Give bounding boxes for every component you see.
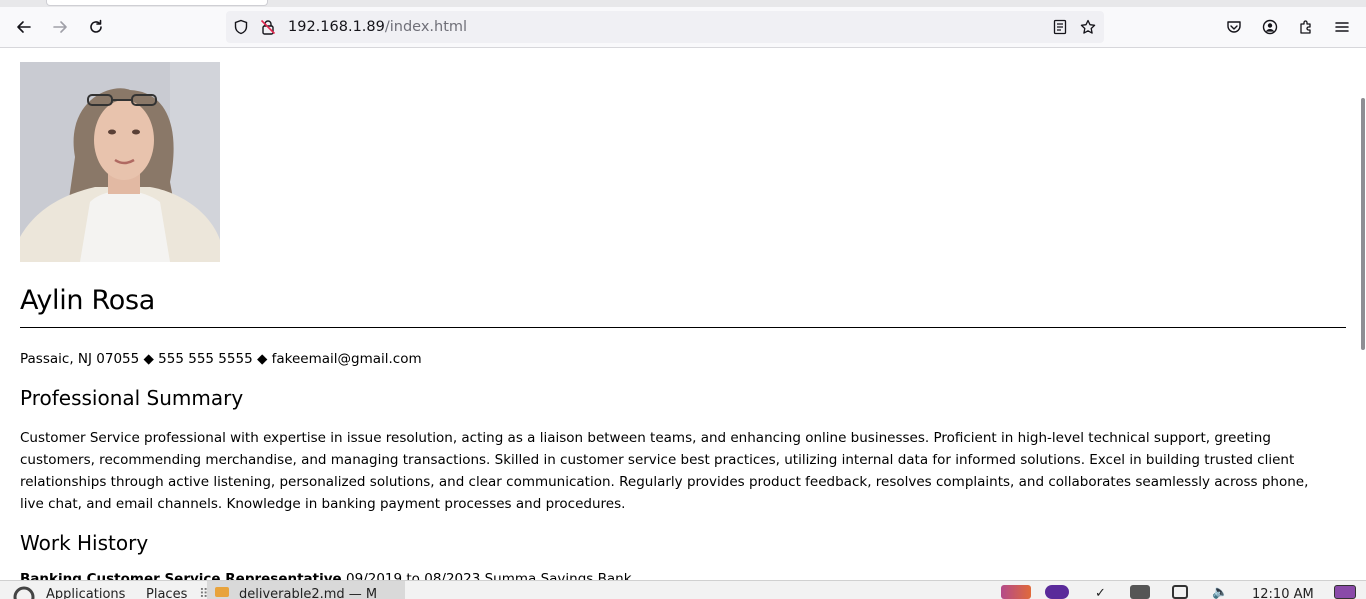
extensions-button[interactable] (1292, 13, 1320, 41)
profile-photo (20, 62, 220, 262)
contact-line: Passaic, NJ 07055 ◆ 555 555 5555 ◆ fakee… (20, 351, 422, 367)
job-meta: 09/2019 to 08/2023 Summa Savings Bank (341, 571, 632, 580)
applications-menu-icon[interactable] (12, 585, 36, 599)
account-button[interactable] (1256, 13, 1284, 41)
tab-strip (0, 0, 1366, 7)
summary-paragraph: Customer Service professional with exper… (20, 430, 1309, 512)
forward-button[interactable] (46, 13, 74, 41)
tray-keyboard-icon[interactable] (1130, 585, 1150, 599)
back-arrow-icon (17, 21, 31, 33)
reload-button[interactable] (82, 13, 110, 41)
job-line: Banking Customer Service Representative … (20, 571, 632, 580)
window-app-icon (215, 587, 229, 597)
places-menu[interactable]: Places (146, 587, 187, 599)
applications-menu[interactable]: Applications (46, 587, 125, 599)
job-title: Banking Customer Service Representative (20, 571, 342, 580)
page-content: Aylin Rosa Passaic, NJ 07055 ◆ 555 555 5… (0, 48, 1360, 580)
url-text[interactable]: 192.168.1.89/index.html (288, 18, 467, 36)
reload-icon (90, 19, 102, 33)
summary-heading: Professional Summary (20, 386, 244, 410)
reader-view-icon[interactable] (1052, 19, 1068, 35)
back-button[interactable] (10, 13, 38, 41)
pocket-icon (1227, 21, 1241, 33)
account-icon (1262, 19, 1278, 35)
volume-icon[interactable]: 🔈 (1212, 585, 1228, 599)
url-path: /index.html (384, 19, 468, 35)
taskbar-window-button[interactable]: deliverable2.md — M (207, 581, 405, 599)
menu-button[interactable] (1328, 13, 1356, 41)
taskbar-window-label: deliverable2.md — M (239, 587, 378, 599)
hamburger-menu-icon (1335, 22, 1349, 32)
name-divider (20, 327, 1346, 328)
resume-name: Aylin Rosa (20, 285, 155, 316)
desktop-taskbar: Applications Places ⠿ deliverable2.md — … (0, 580, 1366, 599)
taskbar-clock[interactable]: 12:10 AM (1252, 587, 1314, 599)
shield-icon[interactable] (233, 19, 249, 35)
page-scrollbar[interactable] (1360, 48, 1366, 580)
browser-toolbar: 192.168.1.89/index.html (0, 7, 1366, 48)
forward-arrow-icon (53, 21, 67, 33)
url-bar[interactable]: 192.168.1.89/index.html (226, 11, 1104, 43)
work-history-heading: Work History (20, 531, 149, 555)
pocket-button[interactable] (1220, 13, 1248, 41)
bookmark-star-icon[interactable] (1080, 19, 1096, 35)
puzzle-icon (1300, 20, 1311, 34)
workspace-switcher[interactable] (1334, 585, 1356, 599)
tray-check-icon[interactable]: ✓ (1095, 586, 1106, 599)
scrollbar-thumb[interactable] (1361, 98, 1365, 350)
tray-app-icon[interactable] (1001, 585, 1031, 599)
tray-proton-icon[interactable] (1045, 585, 1069, 599)
active-tab[interactable] (46, 0, 268, 6)
tray-clipboard-icon[interactable] (1172, 585, 1188, 599)
url-host: 192.168.1.89 (288, 19, 385, 35)
insecure-lock-icon[interactable] (260, 19, 276, 35)
